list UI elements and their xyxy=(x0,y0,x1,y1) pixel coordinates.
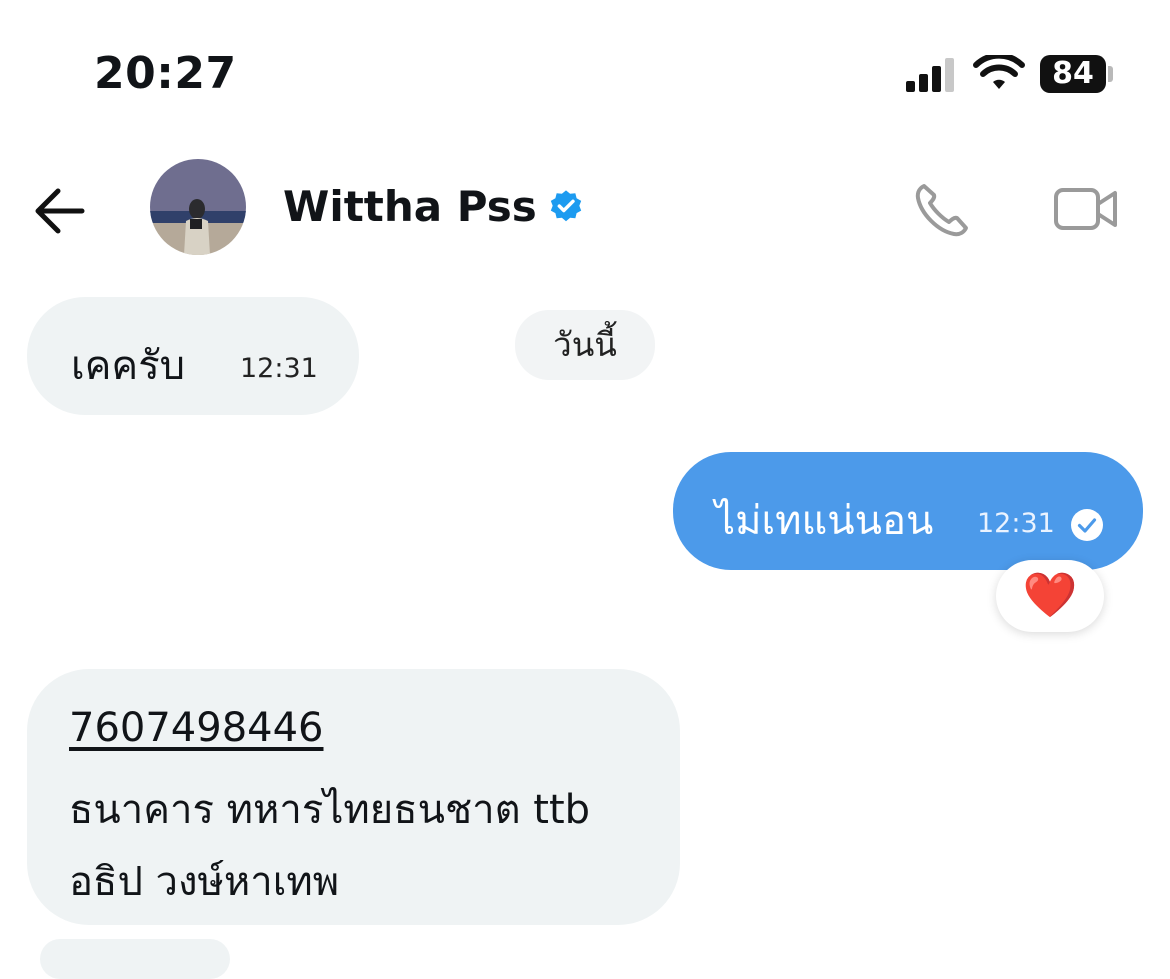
heart-reaction-icon: ❤️ xyxy=(1022,570,1078,621)
phone-icon[interactable] xyxy=(912,180,972,240)
back-arrow-icon[interactable] xyxy=(30,183,90,239)
contact-name: Wittha Pss xyxy=(283,182,537,231)
video-camera-icon[interactable] xyxy=(1053,184,1119,234)
battery-tip xyxy=(1108,66,1113,82)
battery-icon: 84 xyxy=(1040,55,1106,93)
message-text-line: ธนาคาร ทหารไทยธนชาต ttb xyxy=(69,787,591,833)
incoming-message-bubble[interactable]: 7607498446 ธนาคาร ทหารไทยธนชาต ttb อธิป … xyxy=(27,669,680,925)
account-number-link[interactable]: 7607498446 xyxy=(69,705,324,751)
status-time: 20:27 xyxy=(94,48,237,99)
cellular-signal-icon xyxy=(906,58,958,92)
avatar[interactable] xyxy=(150,159,246,255)
status-bar: 20:27 84 xyxy=(0,0,1170,140)
read-receipt-icon xyxy=(1071,509,1103,541)
message-text: ไม่เทแน่นอน xyxy=(715,498,934,544)
contact-name-row[interactable]: Wittha Pss xyxy=(283,182,585,231)
outgoing-message-bubble[interactable]: ไม่เทแน่นอน 12:31 xyxy=(673,452,1143,570)
verified-badge-icon xyxy=(550,189,581,221)
message-text: เคครับ xyxy=(71,343,186,389)
message-timestamp: 12:31 xyxy=(240,353,318,384)
message-text-line: อธิป วงษ์หาเทพ xyxy=(69,859,340,905)
conversation-header: Wittha Pss xyxy=(0,140,1170,280)
incoming-message-bubble[interactable]: เคครับ 12:31 xyxy=(27,297,359,415)
wifi-icon xyxy=(973,55,1025,89)
date-separator: วันนี้ xyxy=(515,310,655,380)
message-reaction[interactable]: ❤️ xyxy=(996,560,1104,632)
message-timestamp: 12:31 xyxy=(977,508,1055,539)
partial-message-bubble xyxy=(40,939,230,979)
